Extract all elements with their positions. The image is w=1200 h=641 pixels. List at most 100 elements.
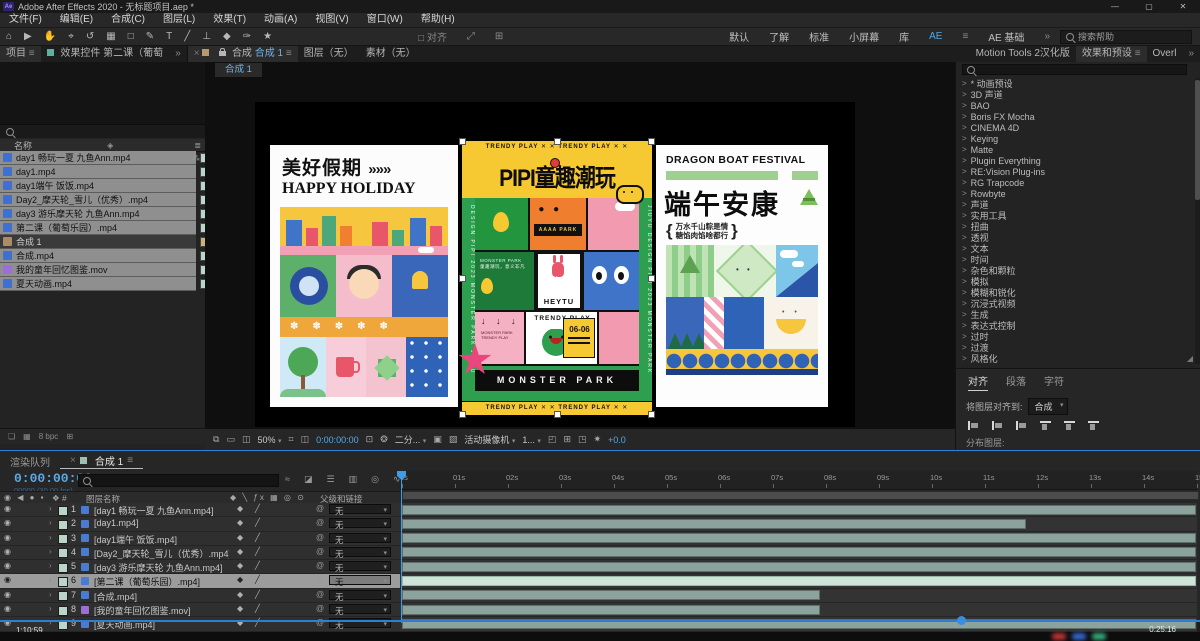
expand-arrow-icon[interactable]: > bbox=[962, 277, 967, 286]
layer-duration-bar[interactable] bbox=[402, 504, 1196, 515]
menu-item[interactable]: 效果(T) bbox=[204, 13, 255, 27]
project-item-row[interactable]: day3 游乐摩天轮 九鱼Ann.mp4 bbox=[0, 207, 210, 221]
project-footer-icon[interactable]: ▦ bbox=[23, 432, 31, 441]
menu-item[interactable]: 合成(C) bbox=[102, 13, 154, 27]
layer-label-chip[interactable] bbox=[58, 591, 68, 602]
tool-button[interactable]: ▦ bbox=[100, 28, 121, 45]
align-bottom-button[interactable] bbox=[1088, 421, 1099, 430]
expander-icon[interactable]: › bbox=[49, 504, 52, 513]
tab-effects-presets[interactable]: 效果和预设 ≡ bbox=[1075, 45, 1147, 63]
effects-category-row[interactable]: > 3D 声道 bbox=[956, 89, 1194, 100]
expander-icon[interactable]: › bbox=[49, 561, 52, 570]
project-item-row[interactable]: day1.mp4 bbox=[0, 165, 210, 179]
flowchart-icon[interactable]: ⧉ bbox=[213, 434, 219, 445]
timeline-icon[interactable]: ◳ bbox=[578, 434, 587, 445]
tool-button[interactable]: ✋ bbox=[38, 28, 62, 45]
tool-button[interactable]: ▶ bbox=[18, 28, 38, 45]
visibility-eye-icon[interactable]: ◉ bbox=[4, 590, 11, 599]
close-button[interactable]: ✕ bbox=[1166, 0, 1200, 13]
effects-category-row[interactable]: > Plugin Everything bbox=[956, 155, 1194, 166]
viewer-comp-tab[interactable]: 合成 1 bbox=[215, 63, 262, 77]
layer-label-chip[interactable] bbox=[58, 505, 68, 516]
tab-render-queue[interactable]: 渲染队列 bbox=[0, 454, 60, 469]
menu-item[interactable]: 文件(F) bbox=[0, 13, 51, 27]
parent-select[interactable]: 无 ▾ bbox=[329, 546, 391, 559]
align-top-button[interactable] bbox=[1040, 421, 1051, 430]
tab-align[interactable]: 对齐 bbox=[968, 373, 988, 391]
snapshot-icon[interactable]: ⊡ bbox=[366, 434, 374, 445]
tool-button[interactable]: ★ bbox=[257, 28, 278, 45]
fx-switch-icon[interactable]: ╱ bbox=[255, 561, 260, 570]
pixel-aspect-icon[interactable]: ◰ bbox=[548, 434, 557, 445]
layer-duration-bar[interactable] bbox=[402, 604, 820, 615]
timeline-control-icon[interactable]: ◎ bbox=[371, 474, 379, 485]
expand-arrow-icon[interactable]: > bbox=[962, 134, 967, 143]
tool-button[interactable]: ✑ bbox=[237, 28, 257, 45]
tool-button[interactable]: ◆ bbox=[217, 28, 237, 45]
project-footer-icon[interactable]: 8 bpc bbox=[39, 432, 59, 441]
timeline-control-icon[interactable]: ◪ bbox=[304, 474, 313, 485]
align-right-button[interactable] bbox=[1016, 421, 1027, 430]
expand-arrow-icon[interactable]: > bbox=[962, 123, 967, 132]
expand-arrow-icon[interactable]: > bbox=[962, 112, 967, 121]
layer-label-chip[interactable] bbox=[58, 562, 68, 573]
expand-arrow-icon[interactable]: > bbox=[962, 90, 967, 99]
expand-arrow-icon[interactable]: > bbox=[962, 79, 967, 88]
project-item-row[interactable]: 合成 1 bbox=[0, 235, 210, 249]
zoom-tool-icon[interactable]: ⤢ bbox=[457, 31, 485, 42]
visibility-eye-icon[interactable]: ◉ bbox=[4, 504, 11, 513]
expand-arrow-icon[interactable]: > bbox=[962, 189, 967, 198]
project-item-row[interactable]: 我的童年回忆图鉴.mov bbox=[0, 263, 210, 277]
parent-select[interactable]: 无 ▾ bbox=[329, 575, 391, 587]
workspace-button[interactable]: 小屏幕 bbox=[839, 29, 889, 44]
tab-composition[interactable]: × 合成 合成 1 ≡ bbox=[187, 45, 298, 63]
effects-category-row[interactable]: > RE:Vision Plug-ins bbox=[956, 166, 1194, 177]
transparency-grid-icon[interactable]: ▨ bbox=[449, 434, 458, 445]
workspace-ae-basic[interactable]: AE 基础 bbox=[978, 29, 1034, 44]
layer-label-chip[interactable] bbox=[58, 534, 68, 545]
selection-handle[interactable] bbox=[459, 275, 466, 282]
timeline-layer-row[interactable]: ◉ › 1 [day1 畅玩一夏 九鱼Ann.mp4] ◆ ╱ @ 无 ▾ bbox=[0, 503, 400, 518]
align-center-h-button[interactable] bbox=[992, 421, 1003, 430]
pickwhip-icon[interactable]: @ bbox=[316, 504, 324, 513]
effects-category-row[interactable]: > 实用工具 bbox=[956, 210, 1194, 221]
layer-duration-bar[interactable] bbox=[402, 575, 1196, 586]
fx-switch-icon[interactable]: ╱ bbox=[255, 604, 260, 613]
magnification-select[interactable]: 50% ▾ bbox=[257, 435, 281, 445]
channels-icon[interactable]: ❂ bbox=[380, 434, 388, 445]
tab-overflow-icon-right[interactable]: » bbox=[1182, 46, 1200, 62]
mask-icon[interactable]: ◫ bbox=[301, 434, 310, 445]
tab-motion-tools[interactable]: Motion Tools 2汉化版 bbox=[970, 46, 1076, 62]
selection-handle[interactable] bbox=[554, 411, 561, 418]
pickwhip-icon[interactable]: @ bbox=[316, 561, 324, 570]
project-footer-icon[interactable]: ⊞ bbox=[66, 432, 73, 441]
quality-switch-icon[interactable]: ◆ bbox=[237, 575, 243, 584]
expand-arrow-icon[interactable]: > bbox=[962, 211, 967, 220]
timeline-layer-row[interactable]: ◉ › 2 [day1.mp4] ◆ ╱ @ 无 ▾ bbox=[0, 517, 400, 532]
quality-switch-icon[interactable]: ◆ bbox=[237, 518, 243, 527]
workspace-button[interactable]: 标准 bbox=[799, 29, 839, 44]
selection-handle[interactable] bbox=[648, 138, 655, 145]
tab-timeline-comp[interactable]: × 合成 1 ≡ bbox=[60, 453, 144, 469]
parent-select[interactable]: 无 ▾ bbox=[329, 504, 391, 516]
effects-category-row[interactable]: > 表达式控制 bbox=[956, 320, 1194, 331]
visibility-eye-icon[interactable]: ◉ bbox=[4, 575, 11, 584]
timeline-control-icon[interactable]: ▥ bbox=[349, 474, 358, 485]
tab-footage[interactable]: 素材（无） bbox=[360, 46, 422, 62]
exposure-value[interactable]: +0.0 bbox=[608, 435, 626, 445]
selection-handle[interactable] bbox=[554, 138, 561, 145]
selection-handle[interactable] bbox=[648, 411, 655, 418]
project-item-row[interactable]: day1 畅玩一夏 九鱼Ann.mp4 bbox=[0, 151, 210, 165]
menu-item[interactable]: 视图(V) bbox=[306, 13, 357, 27]
tab-project[interactable]: 项目 ≡ bbox=[0, 45, 41, 63]
workspace-more-icon[interactable]: » bbox=[1034, 31, 1060, 42]
expand-arrow-icon[interactable]: > bbox=[962, 178, 967, 187]
pickwhip-icon[interactable]: @ bbox=[316, 518, 324, 527]
tool-button[interactable]: T bbox=[160, 28, 178, 45]
expand-arrow-icon[interactable]: > bbox=[962, 244, 967, 253]
display-icon[interactable]: ▭ bbox=[226, 434, 235, 445]
mask-visibility-icon[interactable]: ◫ bbox=[242, 434, 251, 445]
expand-arrow-icon[interactable]: > bbox=[962, 310, 967, 319]
project-footer-icon[interactable]: ❏ bbox=[8, 432, 15, 441]
timeline-layer-row[interactable]: ◉ › 3 [day1端午 饭饭.mp4] ◆ ╱ @ 无 ▾ bbox=[0, 531, 400, 546]
